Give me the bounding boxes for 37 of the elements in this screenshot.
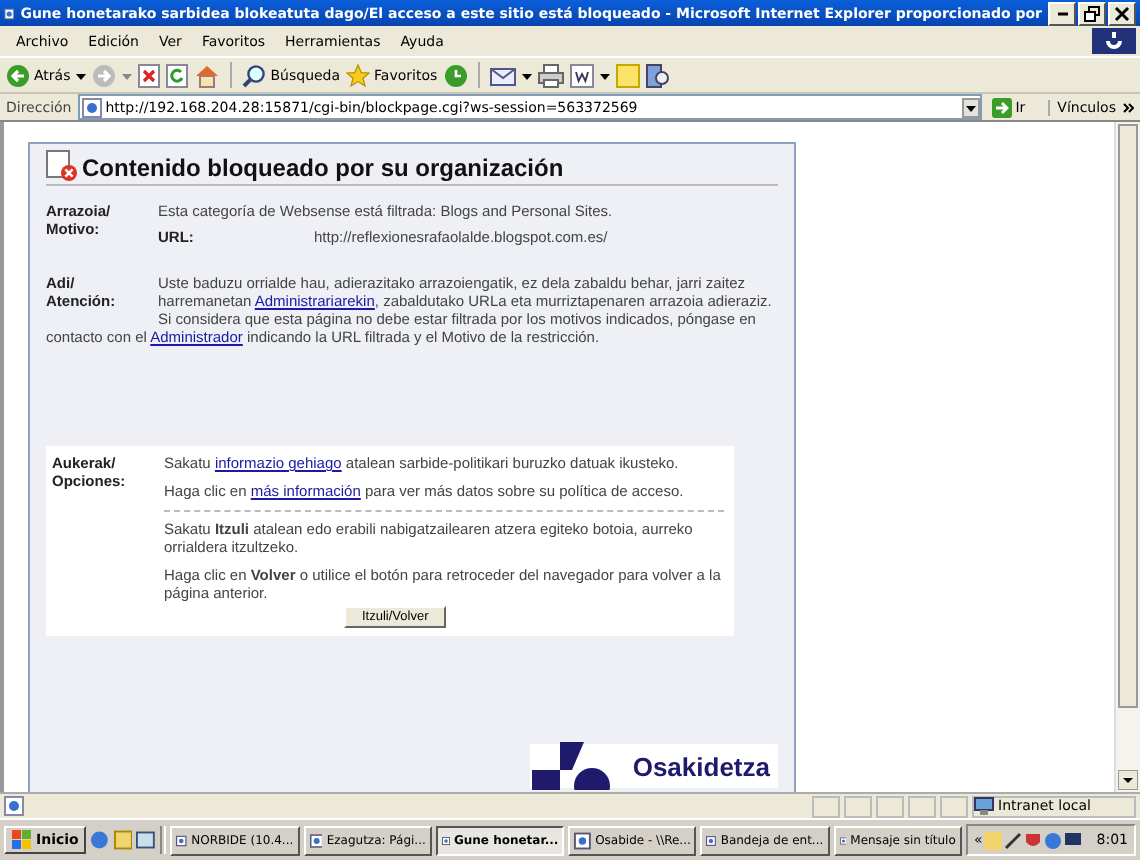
status-pane: [844, 795, 872, 817]
pen-icon[interactable]: [1004, 831, 1023, 849]
window-icon: [309, 831, 323, 849]
close-button[interactable]: [1108, 1, 1136, 25]
home-icon[interactable]: [194, 63, 221, 87]
blocked-page-icon: [46, 150, 78, 182]
status-pane: [940, 795, 968, 817]
page-heading: Contenido bloqueado por su organización: [82, 154, 564, 182]
page-icon: [4, 3, 15, 23]
star-icon: [346, 63, 371, 87]
status-pane: [908, 795, 936, 817]
window-icon: [839, 831, 847, 849]
minimize-icon: [1057, 11, 1067, 15]
windows-flag-icon: [12, 830, 32, 850]
window-icon: [441, 831, 450, 849]
maximize-button[interactable]: [1078, 1, 1106, 25]
refresh-icon[interactable]: [166, 63, 189, 87]
back-arrow-icon: [6, 63, 30, 87]
minimize-button[interactable]: [1048, 1, 1076, 25]
window-icon: [574, 831, 592, 849]
close-icon: [1114, 5, 1130, 21]
history-icon[interactable]: [443, 63, 468, 87]
stop-icon[interactable]: [138, 63, 161, 87]
mail-icon[interactable]: [489, 63, 516, 87]
printer-icon[interactable]: [537, 63, 564, 87]
search-icon: [242, 63, 267, 87]
status-pane: [812, 795, 840, 817]
scrollbar[interactable]: [1114, 122, 1140, 792]
monitor-icon[interactable]: [1064, 831, 1083, 849]
window-icon: [706, 831, 717, 849]
window-icon: [176, 831, 188, 849]
chevron-icon[interactable]: [1122, 97, 1134, 117]
logo-text: Osakidetza: [632, 751, 770, 781]
status-pane: [876, 795, 904, 817]
scroll-down-icon: [1118, 770, 1138, 790]
restore-icon: [1084, 5, 1100, 21]
word-document-icon[interactable]: [569, 63, 594, 87]
